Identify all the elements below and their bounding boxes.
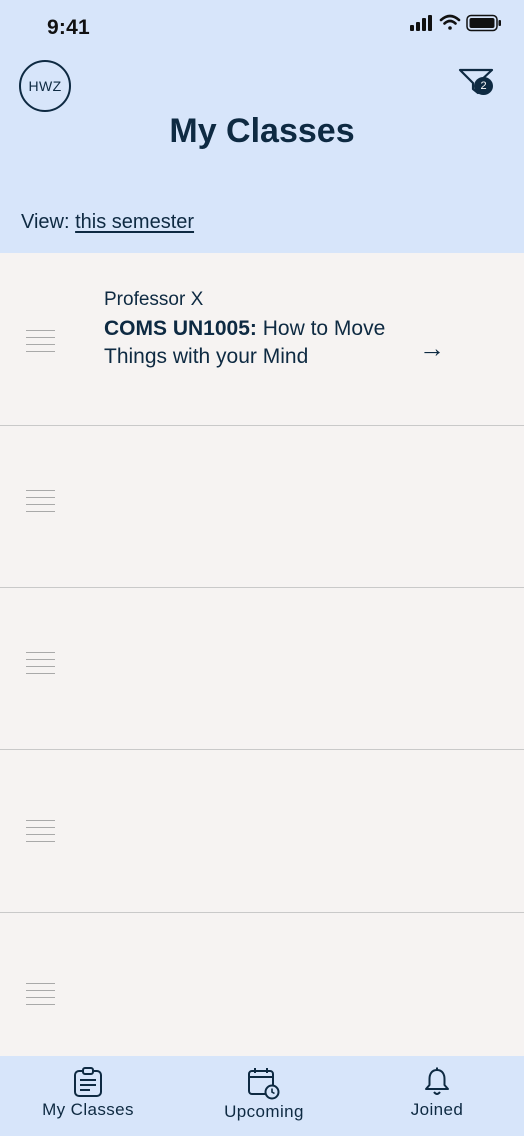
empty-class-row [0, 426, 524, 588]
class-title: COMS UN1005: How to Move Things with you… [104, 315, 404, 371]
view-semester-link[interactable]: this semester [75, 211, 194, 233]
header: 9:41 HWZ 2 My Classes View: this semeste… [0, 0, 524, 253]
wifi-icon [439, 14, 461, 30]
page-title: My Classes [169, 112, 355, 150]
tab-bar: My Classes Upcoming Joined [0, 1056, 524, 1136]
filter-badge: 2 [474, 77, 493, 95]
bell-icon [425, 1067, 449, 1095]
drag-handle-icon[interactable] [26, 652, 55, 674]
tab-label: Joined [410, 1100, 464, 1119]
view-label: View: [21, 211, 70, 233]
drag-handle-icon[interactable] [26, 820, 55, 842]
signal-icon [410, 15, 432, 31]
arrow-right-icon[interactable]: → [419, 335, 445, 361]
drag-handle-icon[interactable] [26, 983, 55, 1005]
status-time: 9:41 [47, 16, 90, 39]
status-icons [410, 14, 501, 32]
empty-class-row [0, 588, 524, 750]
class-row[interactable]: Professor X COMS UN1005: How to Move Thi… [0, 253, 524, 426]
tab-upcoming[interactable]: Upcoming [209, 1056, 319, 1136]
tab-label: My Classes [42, 1100, 134, 1119]
view-selector: View: this semester [21, 211, 194, 234]
tab-joined[interactable]: Joined [384, 1056, 490, 1136]
avatar[interactable]: HWZ [19, 60, 71, 112]
class-info: Professor X COMS UN1005: How to Move Thi… [104, 289, 404, 371]
calendar-clock-icon [248, 1068, 280, 1100]
empty-class-row [0, 750, 524, 913]
class-code: COMS UN1005: [104, 317, 257, 340]
tab-my-classes[interactable]: My Classes [33, 1056, 143, 1136]
clipboard-icon [74, 1067, 102, 1097]
drag-handle-icon[interactable] [26, 490, 55, 512]
empty-class-row [0, 913, 524, 1056]
battery-icon [466, 14, 501, 32]
class-professor: Professor X [104, 289, 204, 310]
drag-handle-icon[interactable] [26, 330, 55, 352]
tab-label: Upcoming [224, 1102, 304, 1121]
